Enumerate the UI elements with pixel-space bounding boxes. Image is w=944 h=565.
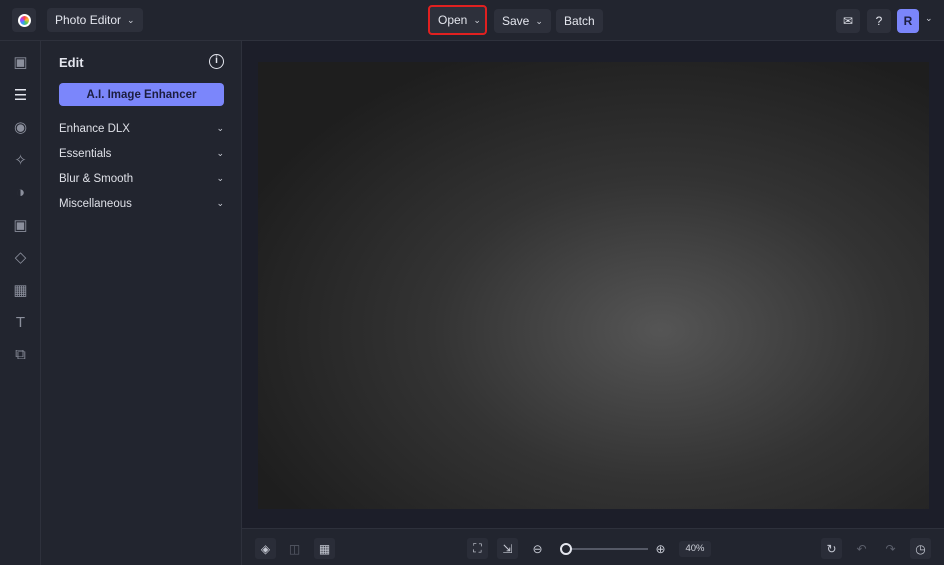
palette-icon[interactable]: ◑ — [0, 176, 41, 209]
info-icon[interactable]: i — [209, 54, 224, 69]
ai-image-enhancer-button[interactable]: A.I. Image Enhancer — [59, 83, 224, 106]
zoom-in-icon[interactable]: ⊕ — [650, 538, 671, 559]
effects-sparkle-icon[interactable]: ✧ — [0, 144, 41, 177]
edit-panel: Edit i A.I. Image Enhancer Enhance DLX ⌄ … — [41, 41, 242, 565]
overlay-icon[interactable]: ⧉ — [0, 339, 41, 372]
photo-editor-menu[interactable]: Photo Editor ⌄ — [47, 8, 143, 32]
frame-icon[interactable]: ▣ — [0, 209, 41, 242]
save-label: Save — [502, 14, 530, 28]
chevron-down-icon: ⌄ — [216, 148, 224, 158]
zoom-out-icon[interactable]: ⊖ — [527, 538, 548, 559]
open-button[interactable]: Open ⌄ — [428, 5, 487, 35]
help-icon[interactable]: ? — [867, 9, 891, 33]
section-miscellaneous[interactable]: Miscellaneous ⌄ — [59, 198, 224, 210]
comment-icon[interactable]: ✉ — [836, 9, 860, 33]
adjust-sliders-icon[interactable]: ☰ — [0, 79, 41, 112]
tool-rail: ▣ ☰ ◉ ✧ ◑ ▣ ◇ ▦ T ⧉ — [0, 41, 41, 565]
zoom-slider-handle[interactable] — [560, 543, 573, 555]
history-icon[interactable]: ◷ — [910, 538, 931, 559]
batch-button[interactable]: Batch — [556, 9, 603, 33]
account-chevron-icon[interactable]: ⌄ — [925, 13, 933, 24]
app-logo[interactable] — [12, 8, 36, 32]
text-icon[interactable]: T — [0, 306, 41, 339]
photo-canvas[interactable] — [258, 62, 929, 509]
eye-icon[interactable]: ◉ — [0, 111, 41, 144]
save-button[interactable]: Save ⌄ — [494, 9, 551, 33]
section-blur-smooth[interactable]: Blur & Smooth ⌄ — [59, 173, 224, 185]
chevron-down-icon: ⌄ — [535, 15, 543, 26]
reset-icon[interactable]: ↻ — [821, 538, 842, 559]
section-label: Enhance DLX — [59, 123, 130, 135]
zoom-slider[interactable] — [560, 543, 648, 555]
grid-icon[interactable]: ▦ — [314, 538, 335, 559]
section-label: Miscellaneous — [59, 198, 132, 210]
chevron-down-icon: ⌄ — [216, 198, 224, 208]
section-label: Essentials — [59, 148, 112, 160]
zoom-level[interactable]: 40% — [679, 541, 711, 557]
menu-label: Photo Editor — [55, 13, 122, 27]
open-label: Open — [438, 13, 468, 27]
chevron-down-icon: ⌄ — [473, 14, 481, 25]
actual-size-icon[interactable]: ⇲ — [497, 538, 518, 559]
shapes-icon[interactable]: ◇ — [0, 241, 41, 274]
section-label: Blur & Smooth — [59, 173, 134, 185]
fit-screen-icon[interactable]: ⛶ — [467, 538, 488, 559]
texture-icon[interactable]: ▦ — [0, 274, 41, 307]
layers-icon[interactable]: ◈ — [255, 538, 276, 559]
chevron-down-icon: ⌄ — [127, 14, 135, 25]
avatar[interactable]: R — [897, 9, 919, 33]
chevron-down-icon: ⌄ — [216, 123, 224, 133]
panel-title: Edit — [59, 55, 84, 70]
compare-icon[interactable]: ◫ — [284, 538, 305, 559]
bottom-toolbar: ◈ ◫ ▦ ⛶ ⇲ ⊖ ⊕ 40% ↻ ↶ ↷ ◷ — [242, 528, 944, 565]
redo-icon[interactable]: ↷ — [880, 538, 901, 559]
undo-icon[interactable]: ↶ — [851, 538, 872, 559]
image-icon[interactable]: ▣ — [0, 46, 41, 79]
section-enhance-dlx[interactable]: Enhance DLX ⌄ — [59, 123, 224, 135]
batch-label: Batch — [564, 14, 595, 28]
section-essentials[interactable]: Essentials ⌄ — [59, 148, 224, 160]
top-bar: Photo Editor ⌄ Open ⌄ Save ⌄ Batch ✉ ? R ⌄ — [0, 0, 944, 41]
chevron-down-icon: ⌄ — [216, 173, 224, 183]
